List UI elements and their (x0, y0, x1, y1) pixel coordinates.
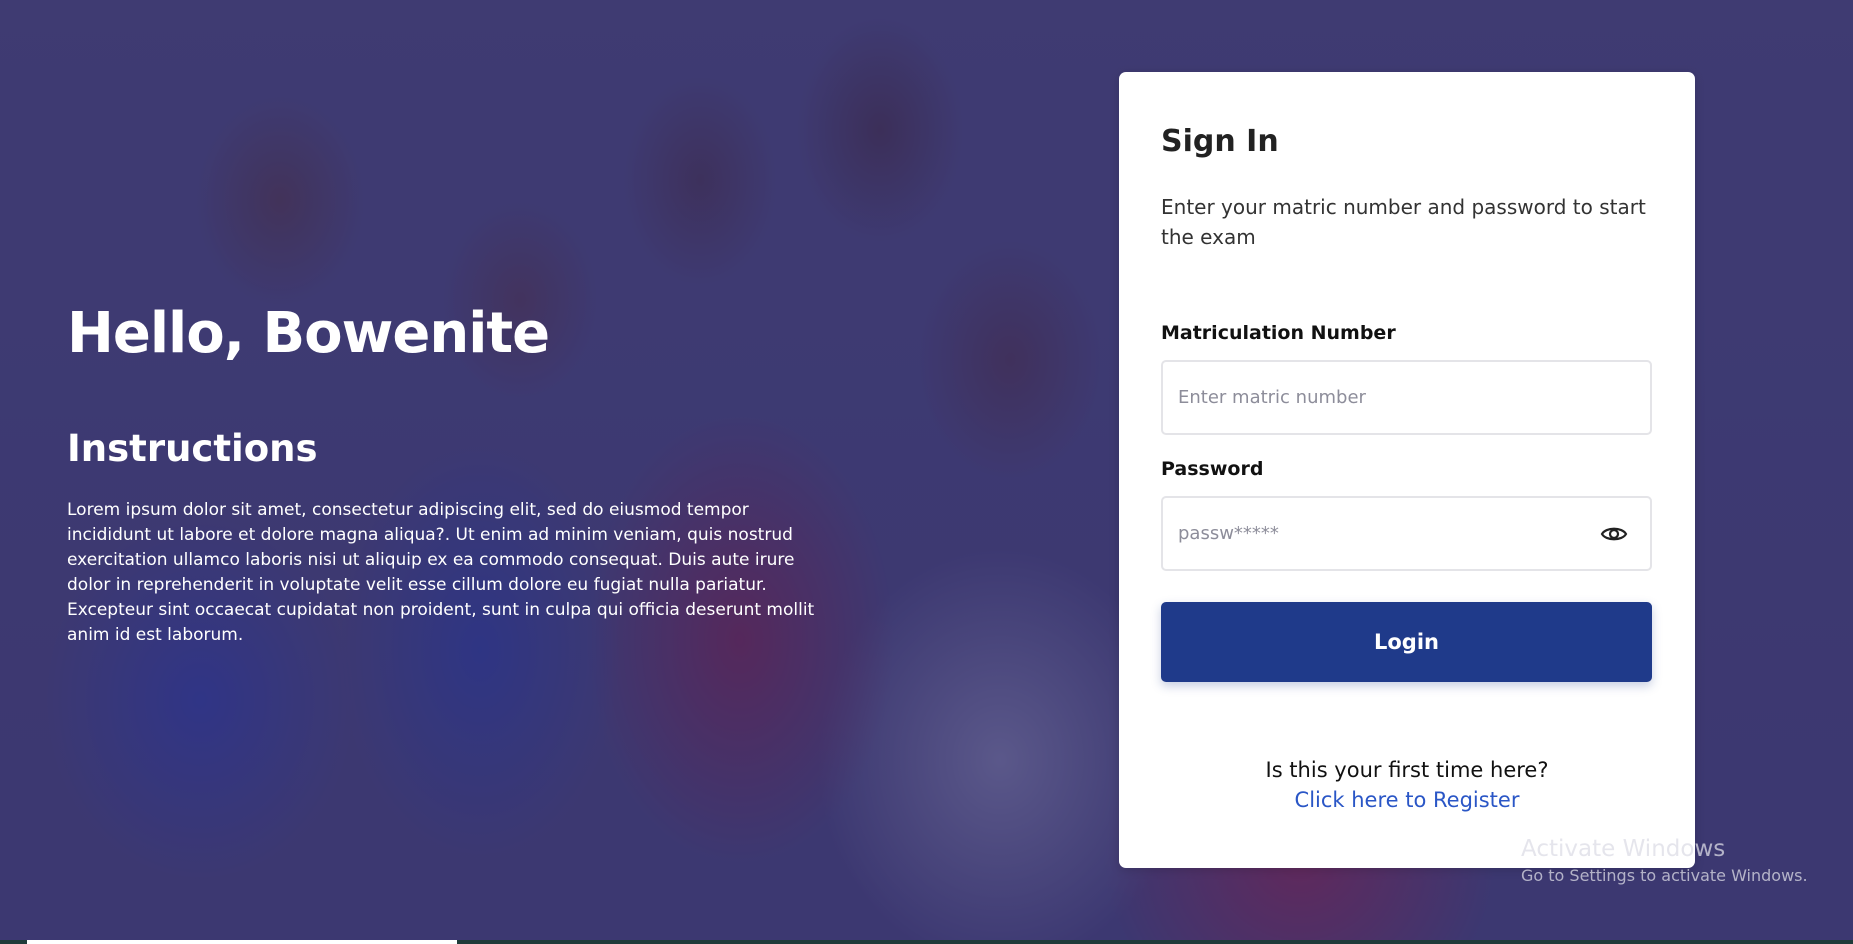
instructions-heading: Instructions (67, 427, 318, 471)
matric-label: Matriculation Number (1161, 322, 1396, 344)
bottom-strip-highlight (27, 940, 457, 944)
watermark-subtitle: Go to Settings to activate Windows. (1521, 866, 1808, 885)
first-time-text: Is this your first time here? (1265, 758, 1549, 782)
register-link[interactable]: Click here to Register (1119, 788, 1695, 812)
greeting-heading: Hello, Bowenite (67, 301, 550, 366)
signin-card: Sign In Enter your matric number and pas… (1119, 72, 1695, 868)
signin-title: Sign In (1161, 124, 1279, 159)
instructions-text: Lorem ipsum dolor sit amet, consectetur … (67, 499, 815, 645)
bottom-strip (0, 940, 1853, 944)
password-field (1161, 496, 1652, 571)
login-button[interactable]: Login (1161, 602, 1652, 682)
signin-subtitle: Enter your matric number and password to… (1161, 195, 1646, 249)
watermark-title: Activate Windows (1521, 836, 1726, 862)
activate-windows-watermark: Activate Windows Go to Settings to activ… (1521, 836, 1808, 885)
password-label: Password (1161, 458, 1264, 480)
eye-icon[interactable] (1600, 522, 1628, 546)
hero-section: Hello, Bowenite Instructions Lorem ipsum… (67, 300, 827, 648)
matric-input[interactable] (1163, 362, 1578, 433)
password-input[interactable] (1163, 498, 1578, 569)
login-page: Hello, Bowenite Instructions Lorem ipsum… (0, 0, 1853, 944)
matric-field (1161, 360, 1652, 435)
